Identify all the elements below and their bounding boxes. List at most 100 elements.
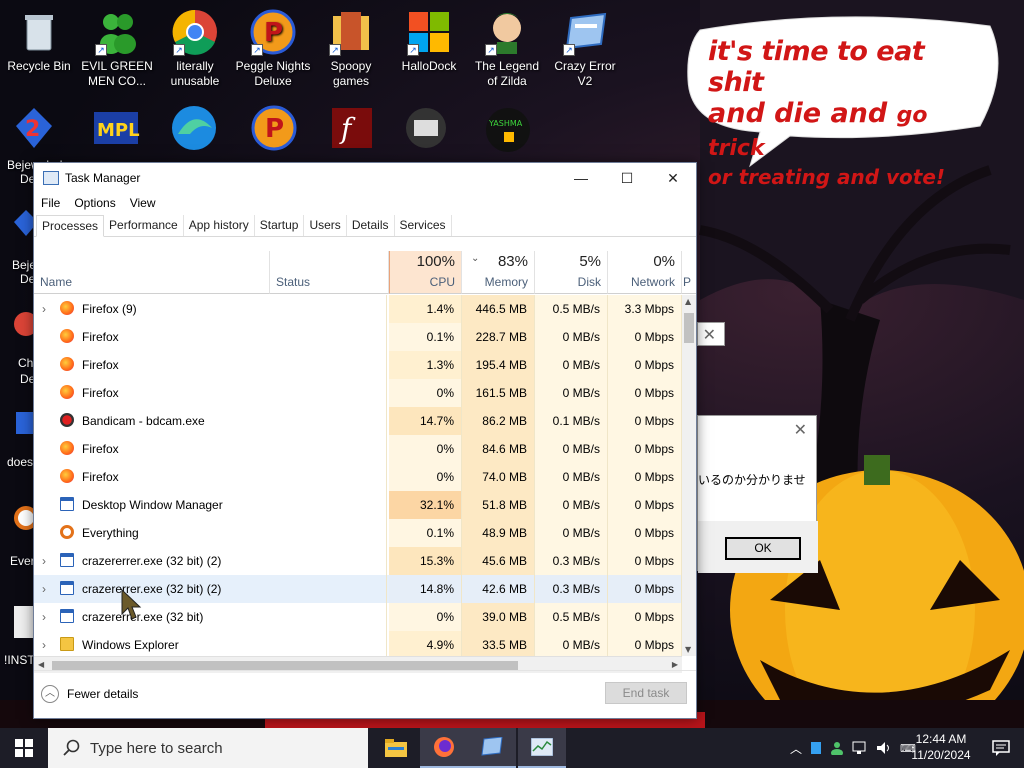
menu-bar: File Options View — [34, 193, 696, 213]
taskbar-app-file-explorer[interactable] — [372, 728, 420, 768]
table-row[interactable]: Everything 0.1% 48.9 MB 0 MB/s 0 Mbps — [34, 519, 686, 547]
column-header-name[interactable]: Name — [34, 251, 269, 294]
tray-app-icon[interactable] — [810, 741, 822, 755]
start-button[interactable] — [0, 728, 48, 768]
cpu-cell: 0% — [389, 379, 462, 407]
tab-details[interactable]: Details — [347, 215, 395, 236]
background-dialog-1[interactable]: ✕ — [697, 322, 725, 346]
table-row[interactable]: Desktop Window Manager 32.1% 51.8 MB 0 MB/s… — [34, 491, 686, 519]
tab-performance[interactable]: Performance — [104, 215, 184, 236]
table-row[interactable]: Firefox 0.1% 228.7 MB 0 MB/s 0 Mbps — [34, 323, 686, 351]
ok-button[interactable]: OK — [725, 537, 801, 560]
process-name: crazererrer.exe (32 bit) — [82, 610, 204, 624]
scroll-left-icon[interactable]: ◀ — [38, 660, 44, 669]
tab-startup[interactable]: Startup — [255, 215, 305, 236]
shortcut-arrow-icon: ↗ — [329, 44, 341, 56]
system-tray: ︿ ⌨ — [790, 728, 916, 768]
process-icon — [60, 469, 74, 483]
close-button[interactable]: ✕ — [650, 163, 696, 193]
task-manager-window[interactable]: Task Manager — ☐ ✕ File Options View Pro… — [33, 162, 697, 719]
minimize-button[interactable]: — — [558, 163, 604, 193]
clock[interactable]: 12:44 AM 11/20/2024 — [905, 731, 977, 763]
column-header-cpu[interactable]: 100% CPU — [389, 251, 462, 294]
shortcut-arrow-icon: ↗ — [563, 44, 575, 56]
desktop-icon-evil-green-men[interactable]: ↗ EVIL GREEN MEN CO... — [79, 8, 155, 89]
file-explorer-icon — [385, 739, 407, 757]
column-header-status[interactable]: Status — [269, 251, 389, 294]
close-icon[interactable]: ✕ — [794, 420, 807, 439]
hscroll-thumb[interactable] — [52, 661, 518, 670]
status-cell — [269, 631, 387, 656]
tab-app-history[interactable]: App history — [184, 215, 255, 236]
yashma-icon: YASHMA — [486, 108, 530, 152]
disk-cell: 0 MB/s — [535, 351, 608, 379]
menu-options[interactable]: Options — [74, 196, 115, 210]
people-icon[interactable] — [830, 741, 844, 755]
desktop-icon-spoopy-games[interactable]: ↗ Spoopy games — [313, 8, 389, 89]
scroll-thumb[interactable] — [684, 313, 694, 343]
scroll-down-icon[interactable]: ▼ — [685, 645, 691, 654]
scroll-up-icon[interactable]: ▲ — [685, 297, 691, 306]
process-icon — [60, 413, 74, 427]
notification-center[interactable] — [978, 728, 1024, 768]
chevron-up-icon[interactable]: ︿ — [790, 740, 802, 757]
chevron-right-icon[interactable]: › — [42, 631, 60, 656]
memory-cell: 51.8 MB — [462, 491, 535, 519]
taskbar: Type here to search ︿ ⌨ 12:44 AM 11/20/2… — [0, 728, 1024, 768]
taskbar-search[interactable]: Type here to search — [48, 728, 368, 768]
desktop-icon-chrome[interactable]: ↗ literally unusable — [157, 8, 233, 89]
desktop-edge-label[interactable]: does — [7, 455, 33, 469]
scroll-right-icon[interactable]: ▶ — [672, 660, 678, 669]
network-cell: 0 Mbps — [608, 575, 682, 603]
end-task-button[interactable]: End task — [605, 682, 687, 704]
chevron-right-icon[interactable]: › — [42, 547, 60, 575]
vertical-scrollbar[interactable]: ▲ ▼ — [682, 295, 696, 656]
menu-view[interactable]: View — [130, 196, 156, 210]
volume-icon[interactable] — [876, 741, 892, 755]
table-row[interactable]: › Firefox (9) 1.4% 446.5 MB 0.5 MB/s 3.3 Mbps — [34, 295, 686, 323]
tab-services[interactable]: Services — [395, 215, 452, 236]
close-icon[interactable]: ✕ — [703, 325, 716, 344]
desktop-edge-label[interactable]: Ch — [18, 356, 33, 370]
table-row[interactable]: Firefox 0% 74.0 MB 0 MB/s 0 Mbps — [34, 463, 686, 491]
cpu-cell: 1.4% — [389, 295, 462, 323]
table-row[interactable]: › Windows Explorer 4.9% 33.5 MB 0 MB/s 0 Mbps — [34, 631, 686, 656]
fewer-details-button[interactable]: ︿ Fewer details — [41, 685, 138, 703]
chevron-right-icon[interactable]: › — [42, 575, 60, 603]
taskbar-app-firefox[interactable] — [420, 728, 468, 768]
table-row[interactable]: › crazererrer.exe (32 bit) (2) 15.3% 45.6 M… — [34, 547, 686, 575]
table-row[interactable]: Bandicam - bdcam.exe 14.7% 86.2 MB 0.1 MB/s… — [34, 407, 686, 435]
process-icon — [60, 609, 74, 623]
menu-file[interactable]: File — [41, 196, 60, 210]
network-cell: 0 Mbps — [608, 631, 682, 656]
tab-users[interactable]: Users — [304, 215, 347, 236]
desktop-edge-label[interactable]: Ever — [10, 554, 35, 568]
status-cell — [269, 323, 387, 351]
chevron-right-icon[interactable]: › — [42, 603, 60, 631]
status-cell — [269, 295, 387, 323]
process-icon — [60, 497, 74, 511]
desktop-icon-legend-of-zilda[interactable]: ↗ The Legend of Zilda — [469, 8, 545, 89]
title-bar[interactable]: Task Manager — ☐ ✕ — [34, 163, 696, 193]
chevron-right-icon[interactable]: › — [42, 295, 60, 323]
desktop-icon-hallodock[interactable]: ↗ HalloDock — [391, 8, 467, 74]
desktop-icon-recycle-bin[interactable]: Recycle Bin — [1, 8, 77, 74]
column-header-memory[interactable]: ⌄ 83% Memory — [462, 251, 535, 294]
desktop-icon-crazy-error[interactable]: ↗ Crazy Error V2 — [547, 8, 623, 89]
network-icon[interactable] — [852, 741, 868, 755]
maximize-button[interactable]: ☐ — [604, 163, 650, 193]
process-icon — [60, 441, 74, 455]
column-header-network[interactable]: 0% Network — [608, 251, 682, 294]
column-header-disk[interactable]: 5% Disk — [535, 251, 608, 294]
taskbar-app-crazy-error[interactable] — [468, 728, 516, 768]
taskbar-app-task-manager[interactable] — [518, 728, 566, 768]
svg-text:2: 2 — [25, 117, 40, 142]
table-row[interactable]: Firefox 0% 84.6 MB 0 MB/s 0 Mbps — [34, 435, 686, 463]
desktop-icon-peggle[interactable]: P ↗ Peggle Nights Deluxe — [235, 8, 311, 89]
desktop-edge-label[interactable]: !INST — [4, 653, 35, 667]
table-row[interactable]: Firefox 1.3% 195.4 MB 0 MB/s 0 Mbps — [34, 351, 686, 379]
column-header-power[interactable]: P — [682, 251, 696, 294]
background-error-dialog[interactable]: ✕ いるのか分かりませ OK — [697, 415, 818, 573]
tab-processes[interactable]: Processes — [36, 215, 105, 237]
table-row[interactable]: Firefox 0% 161.5 MB 0 MB/s 0 Mbps — [34, 379, 686, 407]
